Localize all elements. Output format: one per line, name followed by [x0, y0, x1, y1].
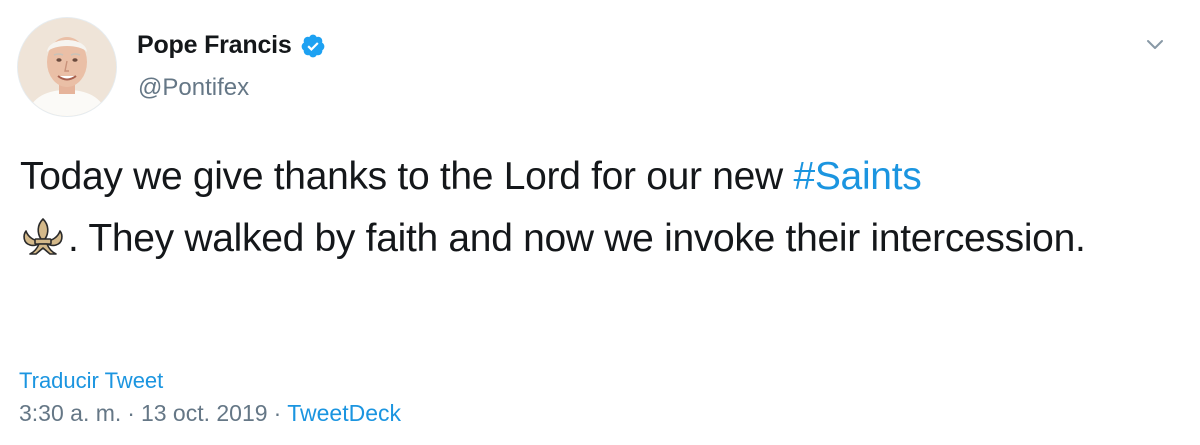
- fleur-de-lis-icon: [20, 217, 66, 257]
- chevron-down-icon: [1147, 40, 1163, 49]
- avatar[interactable]: [18, 18, 116, 116]
- hashtag-link[interactable]: #Saints: [793, 155, 921, 198]
- meta-separator: ·: [127, 400, 135, 426]
- tweet-meta: 3:30 a. m. · 13 oct. 2019 · TweetDeck: [19, 400, 401, 427]
- tweet-text-part1: Today we give thanks to the Lord for our…: [20, 155, 794, 198]
- tweet-text-part2: . They walked by faith and now we invoke…: [68, 217, 1086, 260]
- tweet-date[interactable]: 13 oct. 2019: [141, 400, 268, 427]
- tweet-source-link[interactable]: TweetDeck: [287, 400, 401, 427]
- avatar-photo: [18, 18, 116, 116]
- author-handle[interactable]: @Pontifex: [138, 74, 249, 102]
- translate-tweet-link[interactable]: Traducir Tweet: [19, 368, 163, 394]
- author-display-name[interactable]: Pope Francis: [137, 31, 292, 60]
- tweet-menu-button[interactable]: [1140, 30, 1170, 60]
- author-name-row: Pope Francis: [137, 31, 326, 60]
- tweet-card: Pope Francis @Pontifex Today we give tha…: [0, 0, 1200, 445]
- tweet-text: Today we give thanks to the Lord for our…: [20, 146, 1140, 270]
- verified-badge-icon: [300, 33, 326, 59]
- meta-separator-2: ·: [273, 400, 282, 426]
- tweet-time[interactable]: 3:30 a. m.: [19, 400, 121, 427]
